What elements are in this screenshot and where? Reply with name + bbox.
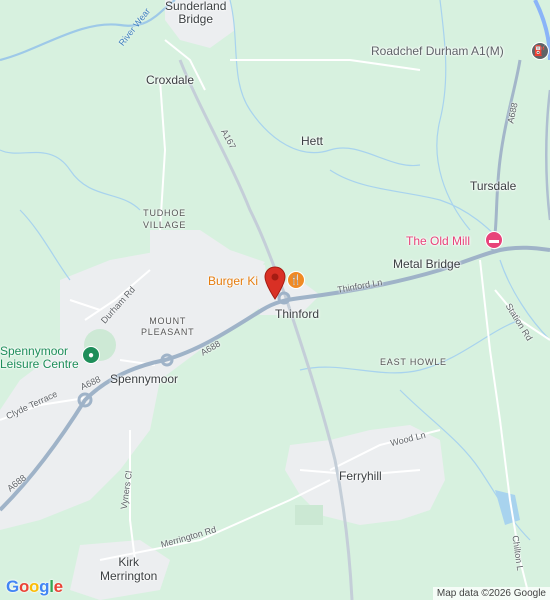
place-label-sunderland-bridge: Sunderland Bridge xyxy=(165,0,227,26)
gas-station-icon[interactable]: ⛽ xyxy=(531,42,549,60)
poi-label-roadchef[interactable]: Roadchef Durham A1(M) xyxy=(371,44,504,58)
restaurant-icon[interactable]: 🍴 xyxy=(287,271,305,289)
place-label-hett: Hett xyxy=(301,134,324,148)
place-label-mount-pleasant: MOUNT PLEASANT xyxy=(141,316,195,337)
place-label-metal-bridge: Metal Bridge xyxy=(393,257,461,271)
poi-label-leisure-centre[interactable]: Spennymoor Leisure Centre xyxy=(0,345,79,371)
place-label-thinford: Thinford xyxy=(275,307,320,321)
place-label-tursdale: Tursdale xyxy=(470,179,517,193)
leisure-icon[interactable]: ● xyxy=(82,346,100,364)
place-label-kirk-merrington: Kirk Merrington xyxy=(100,555,158,583)
place-label-ferryhill: Ferryhill xyxy=(339,469,382,483)
poi-label-burger-king[interactable]: Burger Ki xyxy=(208,274,258,288)
place-label-croxdale: Croxdale xyxy=(146,73,195,87)
map-attribution[interactable]: Map data ©2026 Google xyxy=(432,587,550,600)
poi-label-old-mill[interactable]: The Old Mill xyxy=(406,234,470,248)
map-canvas[interactable] xyxy=(0,0,550,600)
hotel-icon[interactable]: ▬ xyxy=(485,231,503,249)
place-label-tudhoe-village: TUDHOE VILLAGE xyxy=(143,208,187,230)
park-area xyxy=(295,505,323,525)
google-logo: Google xyxy=(6,577,63,596)
place-label-east-howle: EAST HOWLE xyxy=(380,357,447,367)
map-view[interactable]: Sunderland Bridge Croxdale Hett Tursdale… xyxy=(0,0,550,600)
location-pin-icon[interactable] xyxy=(264,266,286,300)
place-label-spennymoor: Spennymoor xyxy=(110,372,179,386)
